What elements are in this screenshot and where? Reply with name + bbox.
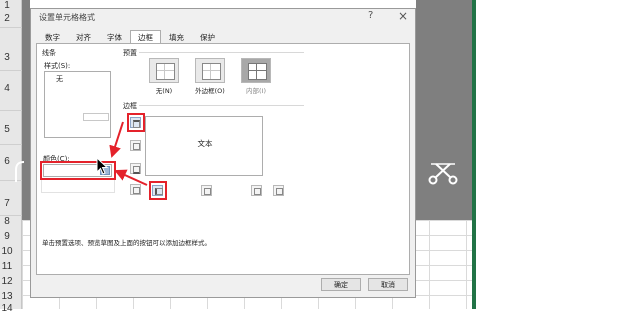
arrow-to-color — [114, 169, 148, 186]
annotation-arrows — [109, 121, 148, 186]
arrow-to-color — [109, 121, 124, 158]
cursor-icon — [96, 157, 109, 175]
